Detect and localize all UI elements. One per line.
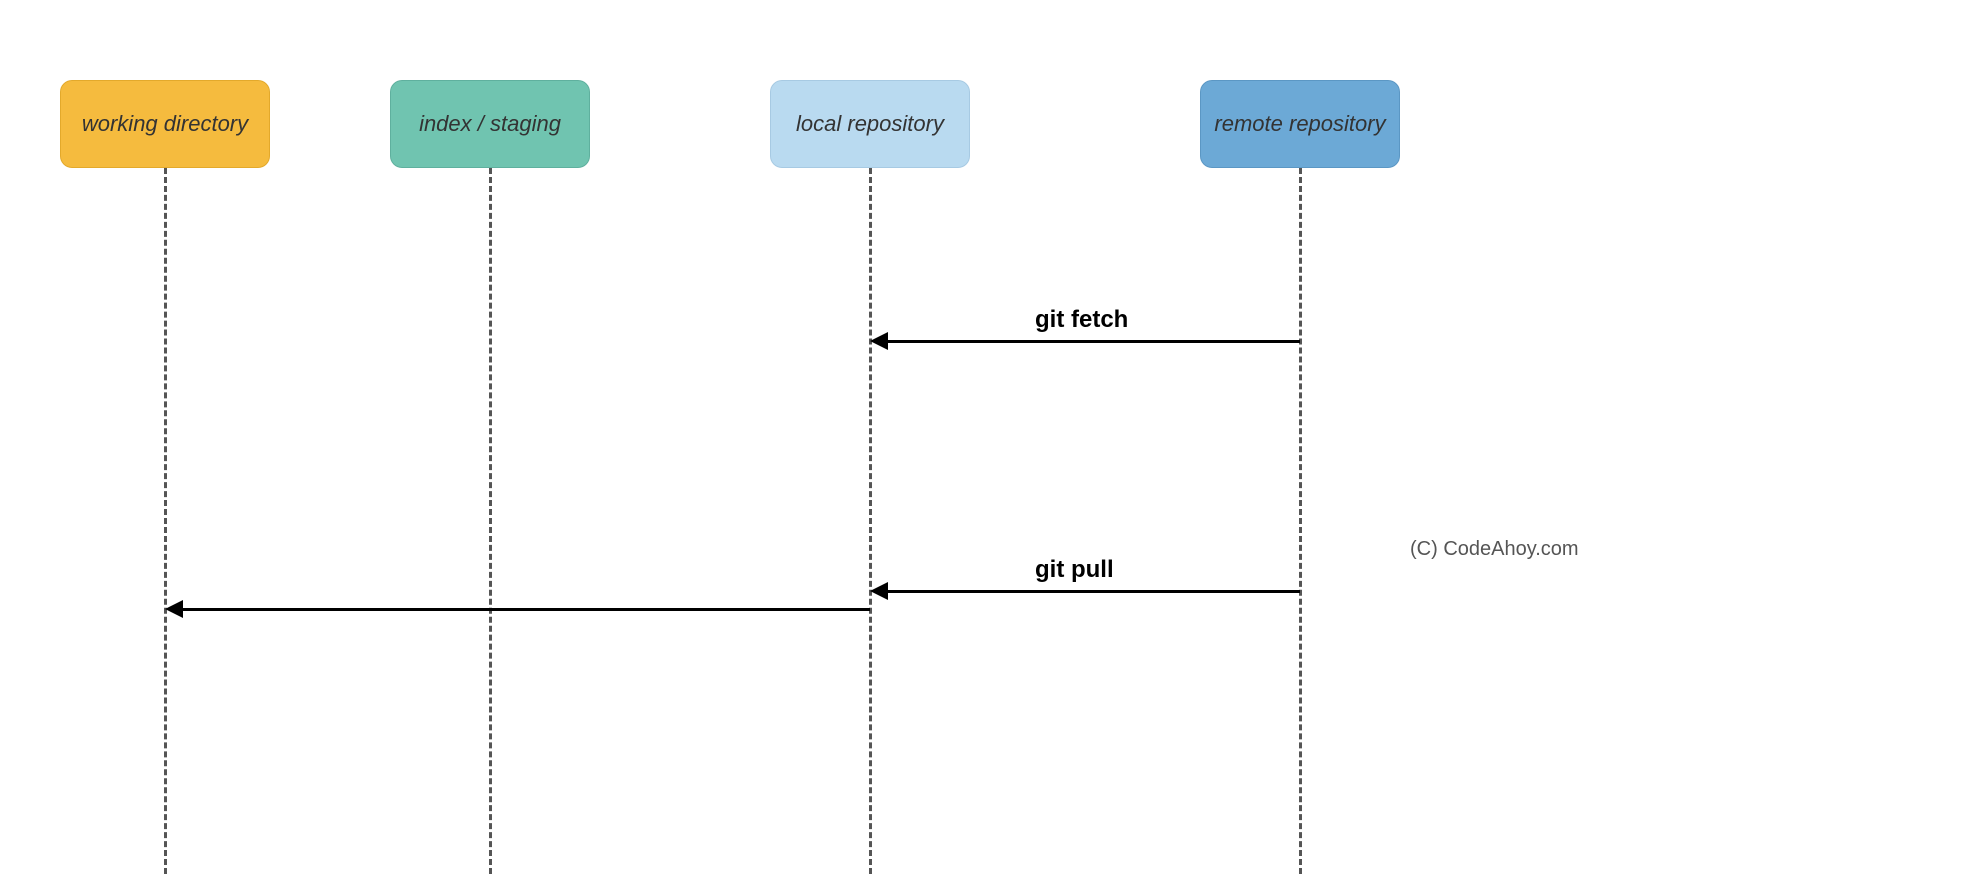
msg-git-fetch-arrowhead [870,332,888,350]
msg-git-fetch-line [876,340,1300,343]
git-sequence-diagram: working directory index / staging local re… [0,0,1964,874]
lifeline-local-repository [869,168,872,874]
lifeline-working-directory [164,168,167,874]
msg-git-pull-cont-arrowhead [165,600,183,618]
msg-git-pull-label: git pull [1035,556,1114,584]
participant-working-directory: working directory [60,80,270,168]
msg-git-pull-cont-line [171,608,870,611]
participant-remote-repository: remote repository [1200,80,1400,168]
msg-git-pull-line [876,590,1300,593]
copyright-note: (C) CodeAhoy.com [1410,538,1579,561]
lifeline-remote-repository [1299,168,1302,874]
msg-git-fetch-label: git fetch [1035,306,1128,334]
lifeline-index-staging [489,168,492,874]
msg-git-pull-arrowhead [870,582,888,600]
participant-local-repository: local repository [770,80,970,168]
participant-index-staging: index / staging [390,80,590,168]
